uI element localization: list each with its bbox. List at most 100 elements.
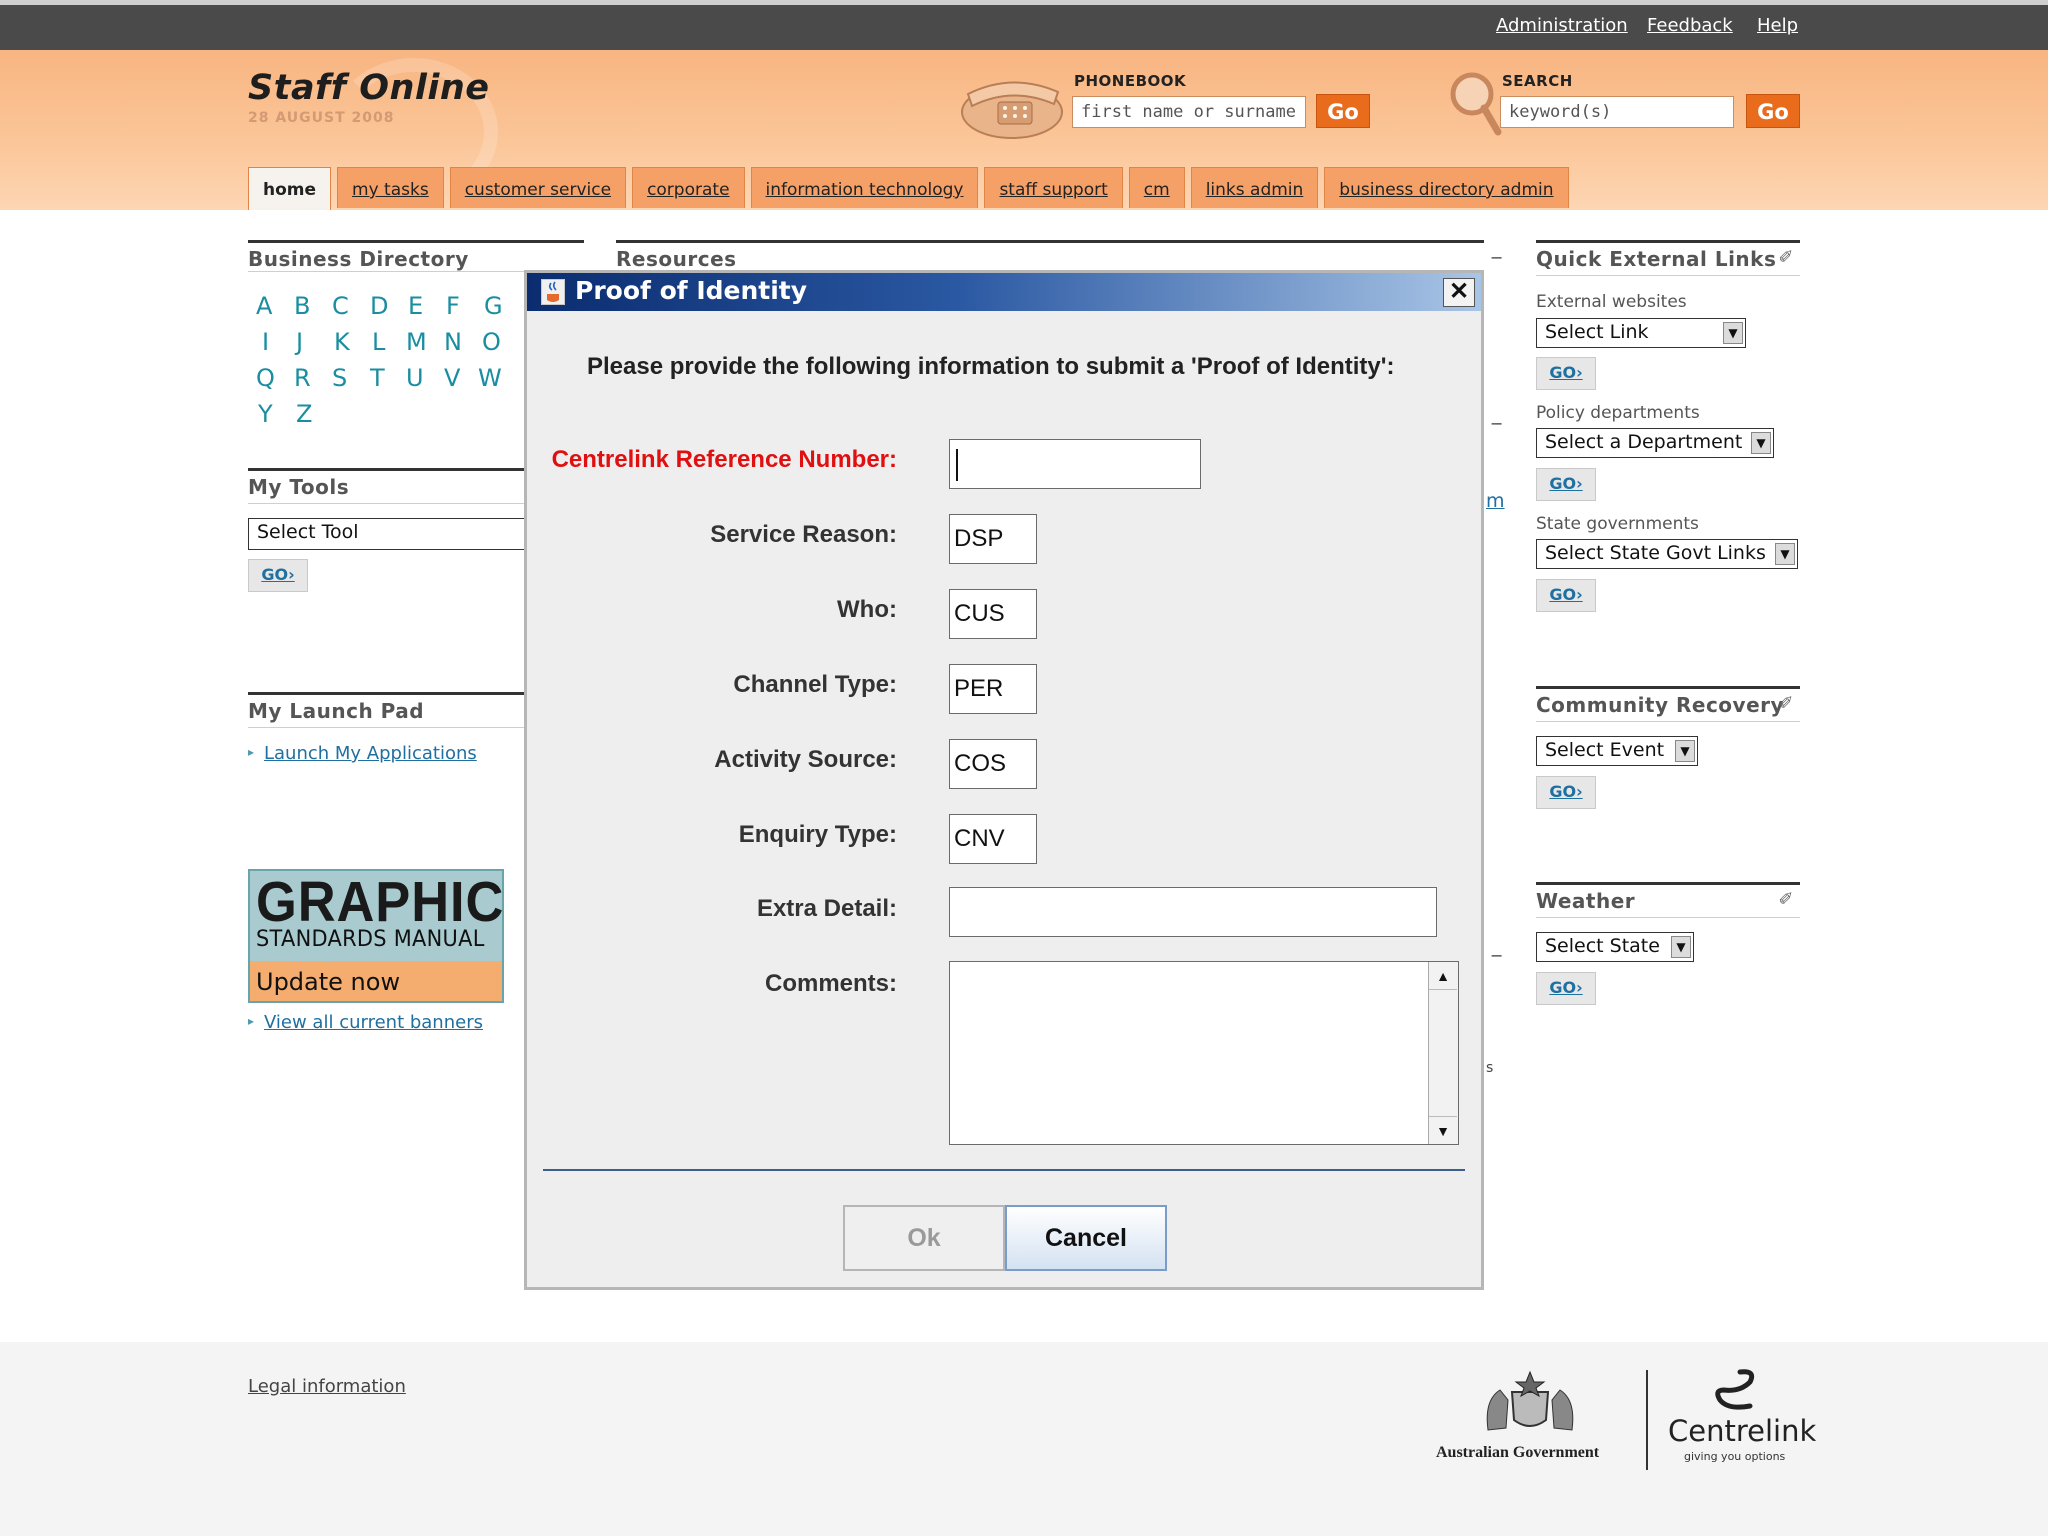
resources-partial-link[interactable]: m (1486, 490, 1505, 512)
letter-link-w[interactable]: W (478, 364, 502, 392)
letter-link-u[interactable]: U (406, 364, 424, 392)
weather-title-text: Weather (1536, 889, 1636, 913)
my-tools-title: My Tools (248, 468, 538, 504)
letter-link-v[interactable]: V (444, 364, 460, 392)
tab-customer-service[interactable]: customer service (449, 167, 627, 208)
external-go-button[interactable]: GO› (1536, 357, 1596, 390)
tab-cm[interactable]: cm (1128, 167, 1185, 208)
dropdown-arrow-icon[interactable]: ▼ (1751, 432, 1771, 454)
arrow-bullet-icon: ▸ (248, 1014, 255, 1028)
extra-detail-label: Extra Detail: (756, 895, 897, 922)
who-input[interactable]: CUS (949, 589, 1037, 639)
letter-link-e[interactable]: E (408, 292, 423, 320)
search-go-button[interactable]: Go (1746, 94, 1800, 128)
tab-business-directory-admin[interactable]: business directory admin (1324, 167, 1569, 208)
policy-go-button[interactable]: GO› (1536, 468, 1596, 501)
site-header: Staff Online 28 AUGUST 2008 PHONEBOOK fi… (0, 50, 2048, 210)
letter-link-j[interactable]: J (296, 328, 303, 356)
pin-icon[interactable]: ✐ (1778, 247, 1794, 268)
tab-staff-support[interactable]: staff support (984, 167, 1123, 208)
channel-type-input[interactable]: PER (949, 664, 1037, 714)
comments-textarea[interactable]: ▲ ▼ (949, 961, 1459, 1145)
weather-go-button[interactable]: GO› (1536, 972, 1596, 1005)
event-select[interactable]: Select Event ▼ (1536, 736, 1698, 766)
letter-link-o[interactable]: O (482, 328, 501, 356)
letter-link-z[interactable]: Z (296, 400, 312, 428)
state-govt-select[interactable]: Select State Govt Links ▼ (1536, 539, 1798, 569)
phone-icon (961, 81, 1063, 139)
dropdown-arrow-icon[interactable]: ▼ (1671, 936, 1691, 958)
search-input[interactable]: keyword(s) (1500, 96, 1734, 128)
collapse-icon[interactable]: − (1490, 248, 1503, 267)
comments-scrollbar[interactable]: ▲ ▼ (1428, 962, 1458, 1144)
header-date: 28 AUGUST 2008 (248, 110, 395, 126)
letter-link-q[interactable]: Q (256, 364, 275, 392)
enquiry-type-label: Enquiry Type: (738, 821, 897, 848)
letter-link-t[interactable]: T (370, 364, 385, 392)
collapse-icon[interactable]: − (1490, 414, 1503, 433)
letter-link-a[interactable]: A (256, 292, 272, 320)
letter-link-k[interactable]: K (334, 328, 350, 356)
state-go-button[interactable]: GO› (1536, 579, 1596, 612)
dropdown-arrow-icon[interactable]: ▼ (1675, 740, 1695, 762)
external-link-select[interactable]: Select Link ▼ (1536, 318, 1746, 348)
tab-information-technology[interactable]: information technology (750, 167, 979, 208)
close-icon[interactable]: ✕ (1443, 278, 1475, 307)
collapse-icon[interactable]: − (1490, 946, 1503, 965)
service-reason-input[interactable]: DSP (949, 514, 1037, 564)
department-select[interactable]: Select a Department ▼ (1536, 428, 1774, 458)
letter-link-f[interactable]: F (446, 292, 460, 320)
department-select-value: Select a Department (1545, 431, 1743, 453)
help-link[interactable]: Help (1757, 15, 1798, 36)
site-logo[interactable]: Staff Online (248, 68, 490, 108)
letter-link-y[interactable]: Y (258, 400, 273, 428)
activity-source-input[interactable]: COS (949, 739, 1037, 789)
letter-link-b[interactable]: B (294, 292, 310, 320)
weather-state-select[interactable]: Select State ▼ (1536, 932, 1694, 962)
scroll-up-icon[interactable]: ▲ (1429, 962, 1457, 990)
legal-information-link[interactable]: Legal information (248, 1376, 406, 1397)
letter-link-l[interactable]: L (372, 328, 385, 356)
centrelink-tagline: giving you options (1684, 1450, 1786, 1463)
tab-corporate[interactable]: corporate (632, 167, 745, 208)
community-go-button[interactable]: GO› (1536, 776, 1596, 809)
letter-link-c[interactable]: C (332, 292, 349, 320)
dropdown-arrow-icon[interactable]: ▼ (1775, 543, 1795, 565)
state-governments-label: State governments (1536, 514, 1699, 534)
letter-link-m[interactable]: M (406, 328, 427, 356)
letter-link-s[interactable]: S (332, 364, 347, 392)
ok-button[interactable]: Ok (843, 1205, 1005, 1271)
proof-of-identity-dialog: Proof of Identity ✕ Please provide the f… (524, 270, 1484, 1290)
dialog-title-bar[interactable]: Proof of Identity ✕ (527, 273, 1481, 311)
letter-link-g[interactable]: G (484, 292, 503, 320)
letter-link-r[interactable]: R (294, 364, 311, 392)
dropdown-arrow-icon[interactable]: ▼ (1723, 322, 1743, 344)
resources-partial-text: s (1486, 1060, 1494, 1076)
enquiry-type-input[interactable]: CNV (949, 814, 1037, 864)
launch-applications-link[interactable]: Launch My Applications (264, 743, 477, 764)
view-banners-link[interactable]: View all current banners (264, 1012, 483, 1033)
activity-source-label: Activity Source: (714, 746, 897, 773)
pin-icon[interactable]: ✐ (1778, 889, 1794, 910)
tab-links-admin[interactable]: links admin (1190, 167, 1319, 208)
tool-select[interactable]: Select Tool (248, 518, 538, 550)
my-tools-go-button[interactable]: GO› (248, 559, 308, 592)
phonebook-go-button[interactable]: Go (1316, 94, 1370, 128)
java-cup-icon (541, 279, 565, 305)
pin-icon[interactable]: ✐ (1778, 693, 1794, 714)
graphic-standards-banner[interactable]: GRAPHIC STANDARDS MANUAL Update now avai… (248, 869, 504, 1003)
tab-home[interactable]: home (248, 167, 332, 210)
extra-detail-input[interactable] (949, 887, 1437, 937)
cancel-button[interactable]: Cancel (1005, 1205, 1167, 1271)
scroll-down-icon[interactable]: ▼ (1429, 1116, 1457, 1144)
letter-link-n[interactable]: N (444, 328, 462, 356)
feedback-link[interactable]: Feedback (1647, 15, 1733, 36)
letter-link-i[interactable]: I (262, 328, 269, 356)
phonebook-input[interactable]: first name or surname (1072, 96, 1306, 128)
text-caret (956, 449, 958, 481)
community-recovery-title: Community Recovery ✐ (1536, 686, 1800, 722)
administration-link[interactable]: Administration (1496, 15, 1628, 36)
letter-link-d[interactable]: D (370, 292, 388, 320)
tab-my-tasks[interactable]: my tasks (337, 167, 444, 208)
crn-input[interactable] (949, 439, 1201, 489)
